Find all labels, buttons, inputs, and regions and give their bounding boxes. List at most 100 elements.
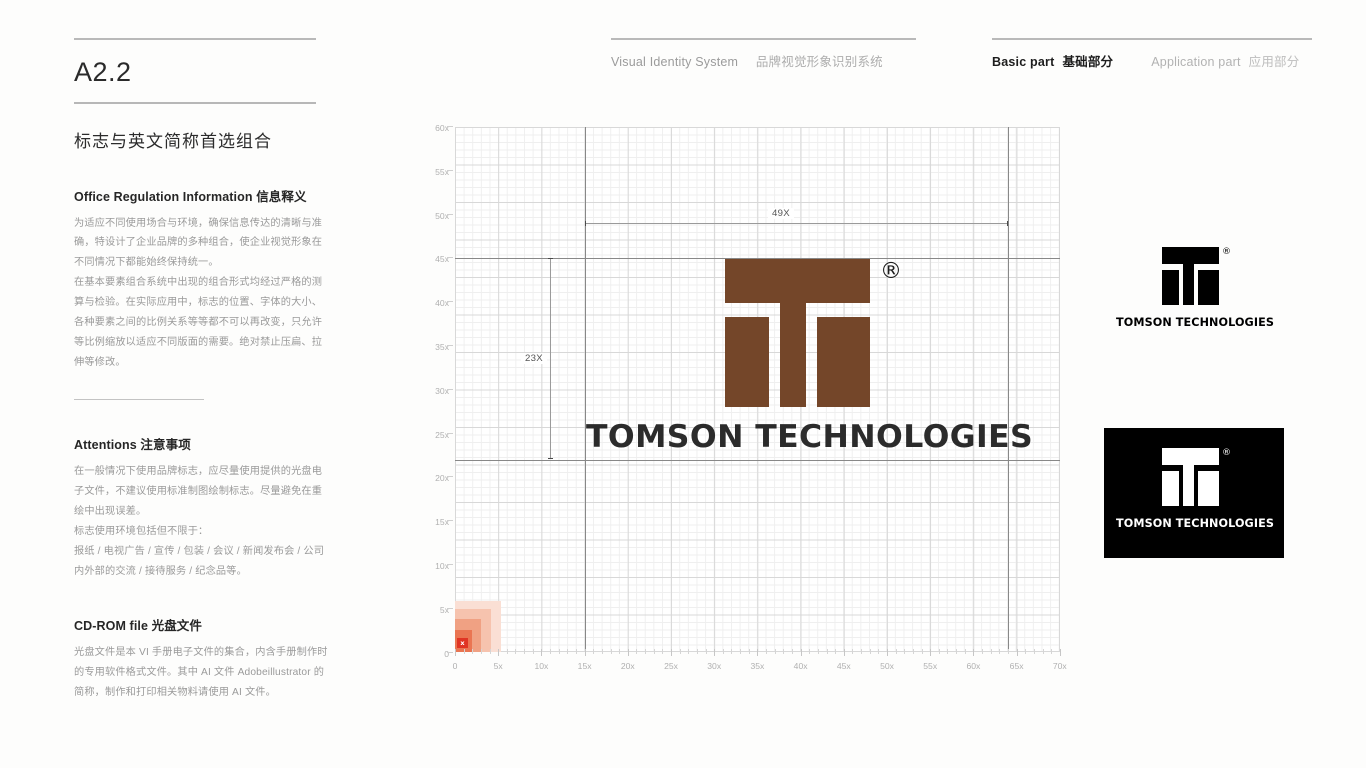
x-tick-label: 0 xyxy=(452,661,458,671)
logo-left-stem xyxy=(725,316,769,407)
guide-vertical-64x xyxy=(1007,127,1009,652)
dimension-label-49x: 49X xyxy=(768,208,794,219)
x-tick xyxy=(852,649,854,654)
x-tick xyxy=(938,649,940,654)
x-tick-label: 20x xyxy=(620,661,635,671)
x-tick xyxy=(766,649,768,654)
guide-horizontal-22x xyxy=(455,459,1060,461)
y-tick-label: 45x xyxy=(435,254,449,265)
block-body: 在一般情况下使用品牌标志，应尽量使用提供的光盘电子文件，不建议使用标准制图绘制标… xyxy=(74,462,330,581)
y-tick-label: 50x xyxy=(435,210,449,221)
x-tick xyxy=(904,649,906,654)
paragraph: 光盘文件是本 VI 手册电子文件的集合，内含手册制作时的专用软件格式文件。其中 … xyxy=(74,647,328,699)
x-tick-label: 55x xyxy=(923,661,938,671)
paragraph: 在基本要素组合系统中出现的组合形式均经过严格的测算与检验。在实际应用中，标志的位… xyxy=(74,277,323,368)
x-tick xyxy=(550,649,552,654)
x-tick xyxy=(869,649,871,654)
guide-vertical-15x xyxy=(584,127,586,652)
x-tick-label: 60x xyxy=(966,661,981,671)
x-tick xyxy=(791,649,793,654)
x-tick xyxy=(1016,649,1018,656)
x-tick xyxy=(705,649,707,654)
x-tick xyxy=(679,649,681,654)
block-body: 为适应不同使用场合与环境，确保信息传达的清晰与准确，特设计了企业品牌的多种组合，… xyxy=(74,214,330,373)
y-tick-label: 10x xyxy=(435,561,449,571)
mini-wordmark: TOMSON TECHNOLOGIES xyxy=(1116,517,1275,530)
logo-construction-grid: 49X 23X ® TOMSON TECHNOLOGIES x xyxy=(455,127,1060,652)
y-tick-label: 35x xyxy=(435,342,449,352)
x-tick xyxy=(714,649,716,656)
tab-application-part-en[interactable]: Application part xyxy=(1151,55,1240,69)
x-tick-label: 70x xyxy=(1052,661,1067,671)
mini-registered-trademark-icon: ® xyxy=(1222,247,1231,257)
y-tick-label: 55x xyxy=(435,166,449,177)
x-tick xyxy=(817,649,819,654)
mini-left-stem xyxy=(1162,471,1179,506)
x-tick xyxy=(696,649,698,654)
x-tick xyxy=(627,649,629,656)
x-tick xyxy=(964,649,966,654)
unit-x-marker: x xyxy=(457,638,468,648)
x-tick xyxy=(809,649,811,654)
block-office-regulation: Office Regulation Information 信息释义 为适应不同… xyxy=(74,186,330,373)
x-tick xyxy=(722,649,724,654)
logo-center-stem xyxy=(780,302,806,407)
x-tick xyxy=(463,649,465,654)
x-tick-label: 5x xyxy=(493,661,503,671)
header-group-sections: Basic part 基础部分 Application part 应用部分 xyxy=(992,38,1312,70)
x-tick xyxy=(489,649,491,654)
x-tick-label: 30x xyxy=(707,661,722,671)
x-tick xyxy=(653,649,655,654)
x-tick xyxy=(774,649,776,654)
mini-center-stem xyxy=(1183,264,1194,305)
x-tick xyxy=(878,649,880,654)
x-tick xyxy=(601,649,603,654)
x-tick xyxy=(921,649,923,654)
y-tick-label: 30x xyxy=(435,385,449,396)
x-tick xyxy=(1059,649,1061,656)
x-tick-label: 65x xyxy=(1009,661,1024,671)
sidebar: A2.2 标志与英文简称首选组合 Office Regulation Infor… xyxy=(74,38,330,703)
mini-top-bar xyxy=(1162,247,1219,264)
tab-application-part-cn[interactable]: 应用部分 xyxy=(1249,55,1300,69)
header-rule-left xyxy=(611,38,916,40)
x-tick xyxy=(498,649,500,656)
x-tick xyxy=(524,649,526,654)
y-tick-label: 25x xyxy=(435,429,449,440)
tab-basic-part-en[interactable]: Basic part xyxy=(992,55,1054,69)
mini-right-stem xyxy=(1198,471,1219,506)
mini-registered-trademark-icon: ® xyxy=(1222,448,1231,458)
block-heading-cn: 光盘文件 xyxy=(151,619,202,634)
dimension-line-23x xyxy=(548,258,553,460)
mini-right-stem xyxy=(1198,270,1219,305)
mini-center-stem xyxy=(1183,465,1194,506)
x-tick xyxy=(861,649,863,654)
x-tick-label: 50x xyxy=(880,661,894,671)
grid-y-axis: 60x 55x 50x 45x 40x 35x 30x 25x 20x 15x … xyxy=(415,120,449,660)
x-tick-label: 40x xyxy=(793,661,808,671)
y-tick-label: 5x xyxy=(439,604,449,615)
sidebar-rule-top xyxy=(74,38,316,40)
block-attentions: Attentions 注意事项 在一般情况下使用品牌标志，应尽量使用提供的光盘电… xyxy=(74,434,330,581)
x-tick xyxy=(1033,649,1035,654)
logo-mark-brown xyxy=(725,258,870,407)
tab-basic-part-cn[interactable]: 基础部分 xyxy=(1062,55,1113,69)
x-tick xyxy=(480,649,482,654)
block-heading-en: Office Regulation Information xyxy=(74,189,253,204)
x-tick xyxy=(558,649,560,654)
x-tick-label: 25x xyxy=(664,661,678,671)
block-heading-en: CD-ROM file xyxy=(74,619,149,634)
x-tick-label: 10x xyxy=(534,661,549,671)
x-tick xyxy=(1051,649,1053,654)
block-heading-en: Attentions xyxy=(74,438,137,453)
sidebar-divider xyxy=(74,398,204,401)
x-tick xyxy=(982,649,984,654)
page-code: A2.2 xyxy=(74,57,132,87)
x-tick xyxy=(783,649,785,654)
x-tick xyxy=(826,649,828,654)
dimension-line-49x xyxy=(584,221,1009,227)
y-tick-label: 15x xyxy=(435,517,449,528)
x-tick xyxy=(835,649,837,654)
dimension-label-23x: 23X xyxy=(521,353,547,364)
block-cdrom-file: CD-ROM file 光盘文件 光盘文件是本 VI 手册电子文件的集合，内含手… xyxy=(74,615,330,703)
